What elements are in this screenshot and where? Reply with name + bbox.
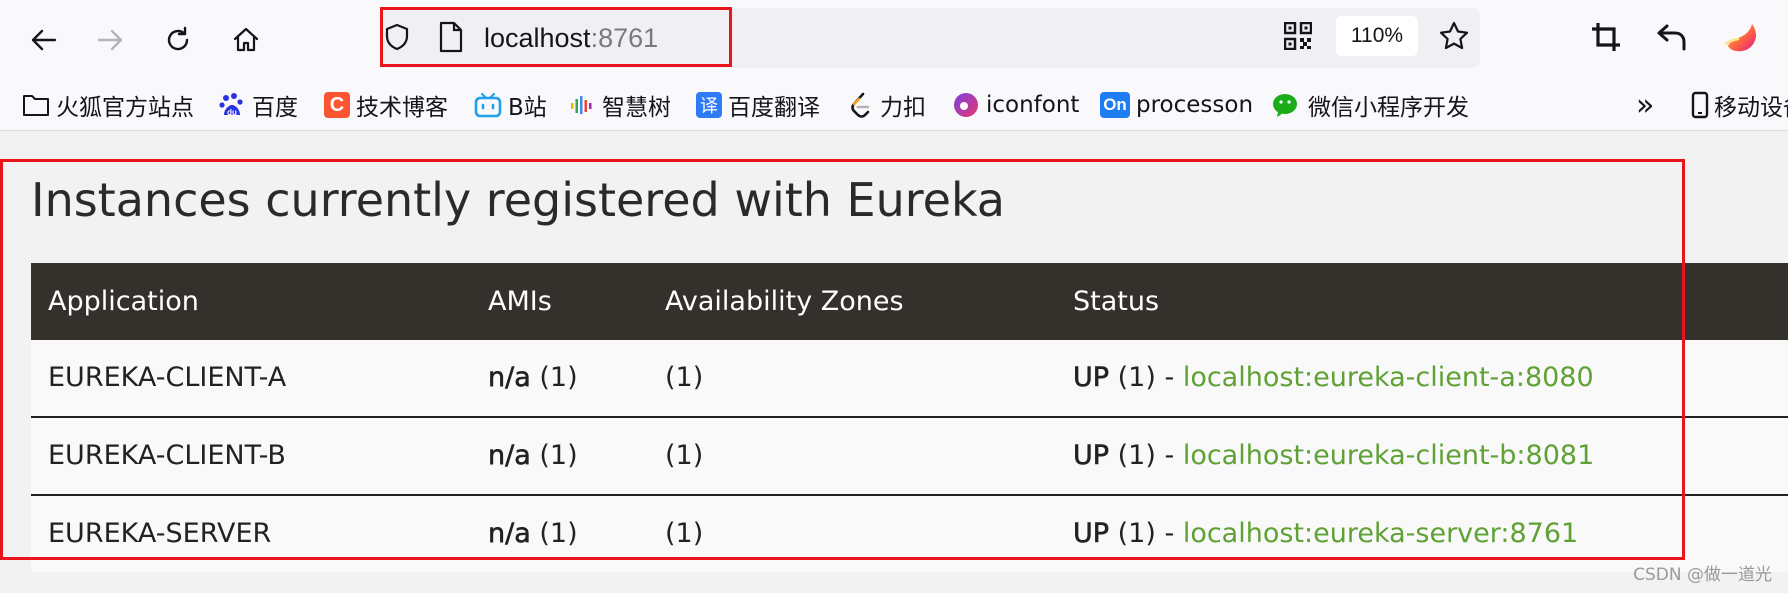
firefox-icon[interactable] — [1722, 18, 1758, 54]
ami-count: (1) — [539, 362, 578, 393]
bookmarks-overflow-button[interactable]: » — [1636, 86, 1654, 124]
table-row: EUREKA-SERVER n/a (1) (1) UP (1) - local… — [31, 496, 1788, 572]
instance-link[interactable]: localhost:eureka-server:8761 — [1183, 518, 1578, 549]
bookmark-label: 百度翻译 — [728, 95, 820, 121]
table-row: EUREKA-CLIENT-A n/a (1) (1) UP (1) - loc… — [31, 340, 1788, 418]
back-button[interactable] — [22, 18, 66, 62]
qr-code-icon[interactable] — [1284, 22, 1312, 50]
iconfont-icon — [954, 93, 978, 117]
status-cell: UP (1) - localhost:eureka-client-a:8080 — [1073, 340, 1594, 416]
bookmark-zhihuishu[interactable]: 智慧树 — [568, 86, 671, 124]
zones-cell: (1) — [665, 362, 704, 393]
bookmark-label: 火狐官方站点 — [56, 95, 194, 121]
page-title: Instances currently registered with Eure… — [31, 173, 1005, 227]
status-value: UP — [1073, 440, 1110, 472]
bookmark-label: 百度 — [252, 95, 298, 121]
mobile-device-icon — [1691, 91, 1709, 119]
star-icon[interactable] — [1438, 20, 1470, 52]
bookmark-label: B站 — [508, 95, 547, 121]
bookmark-baidu-translate[interactable]: 译 百度翻译 — [696, 86, 820, 124]
shield-icon[interactable] — [382, 22, 412, 52]
bookmark-mobile-devices[interactable]: 移动设备 — [1690, 86, 1788, 124]
application-name: EUREKA-SERVER — [48, 518, 272, 549]
bookmark-iconfont[interactable]: iconfont — [952, 86, 1079, 124]
column-header-status: Status — [1073, 286, 1160, 317]
browser-toolbar: localhost:8761 110% — [0, 0, 1788, 80]
bookmark-processon[interactable]: On processon — [1100, 86, 1253, 124]
translate-icon: 译 — [696, 92, 722, 118]
bilibili-icon — [474, 92, 502, 118]
column-header-application: Application — [48, 286, 199, 317]
url-text[interactable]: localhost:8761 — [484, 20, 658, 56]
zones-cell: (1) — [665, 518, 704, 549]
leetcode-icon — [851, 92, 870, 118]
svg-text:du: du — [227, 108, 237, 117]
status-count: (1) - — [1117, 362, 1175, 393]
status-value: UP — [1073, 362, 1110, 394]
table-header: Application AMIs Availability Zones Stat… — [31, 263, 1788, 340]
url-host: localhost — [484, 23, 591, 53]
status-count: (1) - — [1117, 440, 1175, 471]
column-header-amis: AMIs — [488, 286, 552, 317]
instance-link[interactable]: localhost:eureka-client-b:8081 — [1183, 440, 1594, 471]
reload-icon — [167, 26, 189, 51]
reload-button[interactable] — [156, 18, 200, 62]
application-name: EUREKA-CLIENT-B — [48, 440, 286, 471]
ami-value: n/a — [488, 440, 531, 472]
zoom-level-button[interactable]: 110% — [1336, 16, 1418, 56]
bookmark-wechat-miniprogram[interactable]: 微信小程序开发 — [1272, 86, 1469, 124]
zhihuishu-icon — [571, 96, 592, 114]
bookmark-label: processon — [1136, 92, 1254, 118]
bookmark-label: 智慧树 — [602, 95, 671, 121]
wechat-icon — [1273, 94, 1297, 117]
instance-link[interactable]: localhost:eureka-client-a:8080 — [1183, 362, 1594, 393]
csdn-icon: C — [324, 92, 350, 118]
bookmarks-bar: 火狐官方站点 du 百度 C 技术博客 B站 智慧树 译 百度翻译 力扣 ico… — [0, 80, 1788, 131]
bookmark-label: iconfont — [986, 92, 1080, 118]
status-value: UP — [1073, 518, 1110, 550]
instances-table: Application AMIs Availability Zones Stat… — [31, 263, 1788, 572]
ami-value: n/a — [488, 518, 531, 550]
ami-value: n/a — [488, 362, 531, 394]
zones-cell: (1) — [665, 440, 704, 471]
bookmark-label: 移动设备 — [1714, 95, 1788, 121]
column-header-availability-zones: Availability Zones — [665, 286, 904, 317]
watermark: CSDN @做一道光 — [1633, 565, 1772, 585]
crop-icon[interactable] — [1590, 21, 1622, 53]
status-count: (1) - — [1117, 518, 1175, 549]
arrow-right-icon — [97, 29, 123, 51]
application-name: EUREKA-CLIENT-A — [48, 362, 287, 393]
bookmark-leetcode[interactable]: 力扣 — [848, 86, 926, 124]
amis-cell: n/a (1) — [488, 340, 578, 416]
page-icon[interactable] — [438, 21, 464, 53]
arrow-left-icon — [31, 29, 57, 51]
bookmark-baidu[interactable]: du 百度 — [218, 86, 298, 124]
bookmark-label: 微信小程序开发 — [1308, 95, 1469, 121]
processon-icon: On — [1100, 92, 1130, 118]
amis-cell: n/a (1) — [488, 496, 578, 572]
bookmark-tech-blog[interactable]: C 技术博客 — [324, 86, 448, 124]
bookmark-firefox-official[interactable]: 火狐官方站点 — [22, 86, 194, 124]
bookmark-label: 力扣 — [880, 95, 926, 121]
bookmark-bilibili[interactable]: B站 — [474, 86, 547, 124]
status-cell: UP (1) - localhost:eureka-server:8761 — [1073, 496, 1579, 572]
forward-button[interactable] — [88, 18, 132, 62]
ami-count: (1) — [539, 440, 578, 471]
ami-count: (1) — [539, 518, 578, 549]
url-port: :8761 — [590, 23, 659, 53]
table-row: EUREKA-CLIENT-B n/a (1) (1) UP (1) - loc… — [31, 418, 1788, 496]
amis-cell: n/a (1) — [488, 418, 578, 494]
undo-icon[interactable] — [1656, 22, 1688, 52]
bookmark-label: 技术博客 — [356, 95, 448, 121]
home-button[interactable] — [224, 18, 268, 62]
home-icon — [233, 27, 259, 52]
folder-icon — [23, 95, 49, 116]
baidu-icon: du — [219, 93, 243, 117]
status-cell: UP (1) - localhost:eureka-client-b:8081 — [1073, 418, 1595, 494]
